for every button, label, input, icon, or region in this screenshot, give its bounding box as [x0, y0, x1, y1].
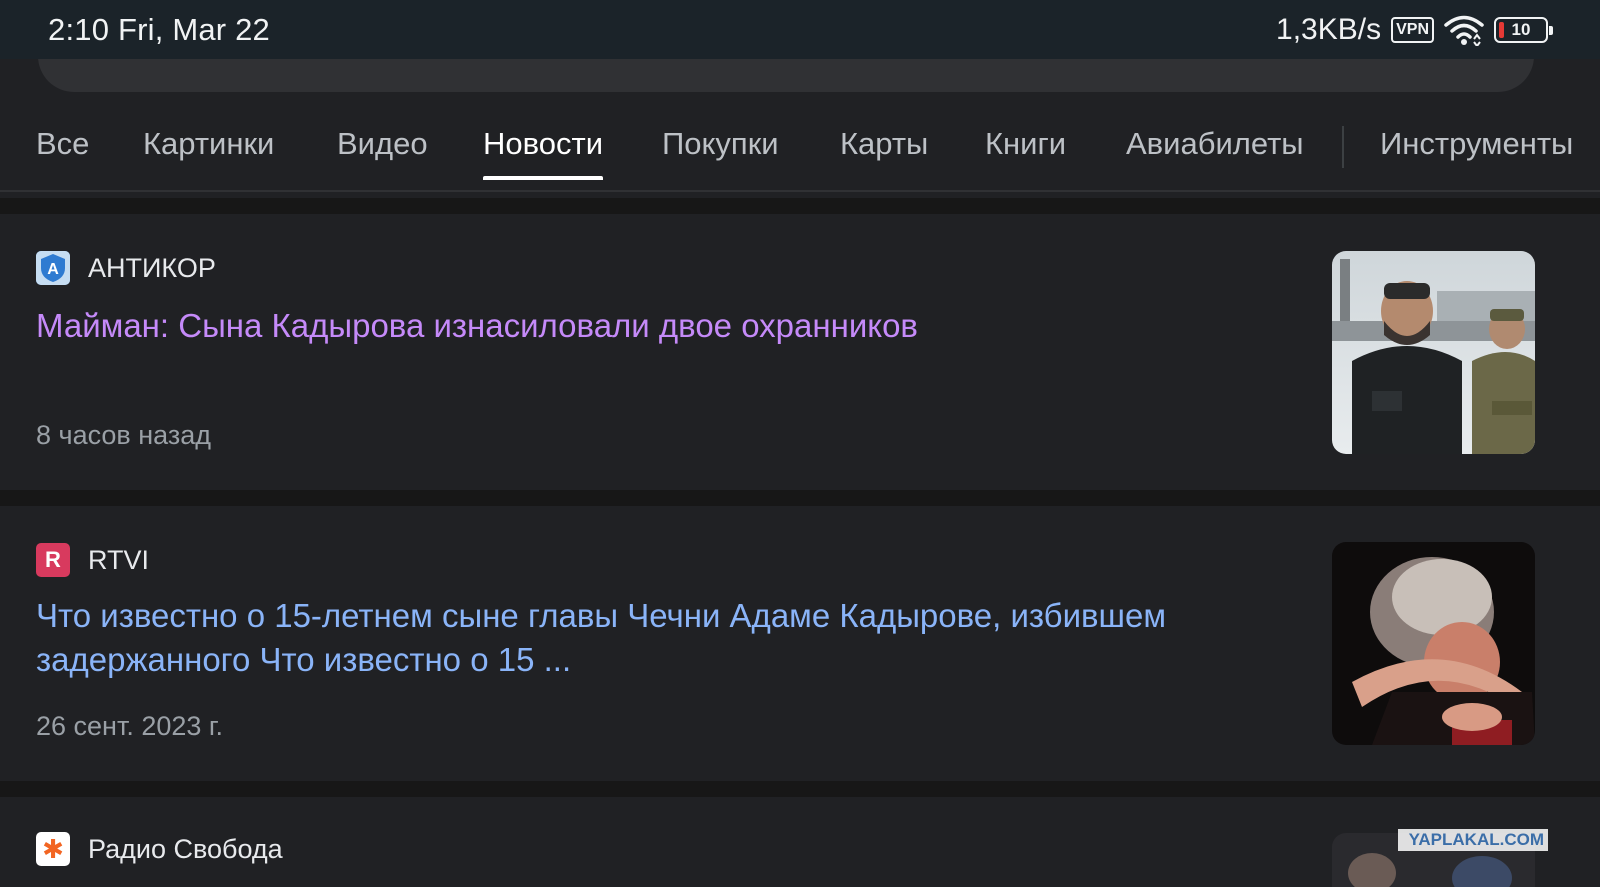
- radio-svoboda-logo-icon: ✱: [36, 832, 70, 866]
- status-icons: 1,3KB/s VPN 10: [1276, 12, 1553, 47]
- result-source: ✱ Радио Свобода: [36, 832, 283, 866]
- tab-books[interactable]: Книги: [985, 126, 1066, 180]
- source-name: RTVI: [88, 544, 150, 575]
- search-tabs: Все Картинки Видео Новости Покупки Карты…: [0, 110, 1600, 192]
- network-speed: 1,3KB/s: [1276, 12, 1382, 46]
- tab-all[interactable]: Все: [36, 126, 89, 180]
- tab-flights[interactable]: Авиабилеты: [1126, 126, 1304, 180]
- status-bar: 2:10 Fri, Mar 22 1,3KB/s VPN 10: [0, 0, 1600, 59]
- tab-news[interactable]: Новости: [483, 126, 604, 180]
- vpn-icon: VPN: [1391, 16, 1434, 43]
- published-time: 26 сент. 2023 г.: [36, 711, 223, 741]
- tab-tools[interactable]: Инструменты: [1380, 126, 1573, 180]
- news-result-card[interactable]: A АНТИКОР Майман: Сына Кадырова изнасило…: [0, 214, 1600, 490]
- wifi-icon: [1444, 15, 1484, 46]
- tab-maps[interactable]: Карты: [840, 126, 928, 180]
- headline-link[interactable]: Что известно о 15-летнем сыне главы Чечн…: [36, 594, 1276, 682]
- favicon-letter: R: [45, 547, 61, 572]
- rtvi-logo-icon: R: [36, 543, 70, 577]
- news-result-card[interactable]: R RTVI Что известно о 15-летнем сыне гла…: [0, 506, 1600, 781]
- news-thumbnail[interactable]: [1332, 251, 1535, 454]
- favicon-letter: ✱: [42, 833, 64, 864]
- source-name: АНТИКОР: [88, 252, 216, 283]
- tab-images[interactable]: Картинки: [143, 126, 274, 180]
- source-name: Радио Свобода: [88, 833, 283, 864]
- result-source: A АНТИКОР: [36, 251, 216, 285]
- section-separator: [0, 198, 1600, 214]
- tab-shopping[interactable]: Покупки: [662, 126, 779, 180]
- published-time: 8 часов назад: [36, 420, 212, 450]
- battery-level: 10: [1511, 19, 1531, 39]
- shield-icon: A: [36, 251, 70, 285]
- favicon-letter: A: [47, 261, 59, 278]
- battery-icon: 10: [1494, 16, 1553, 43]
- headline-link[interactable]: Майман: Сына Кадырова изнасиловали двое …: [36, 304, 1276, 348]
- result-source: R RTVI: [36, 543, 149, 577]
- section-separator: [0, 781, 1600, 797]
- tab-video[interactable]: Видео: [337, 126, 428, 180]
- news-search-screen: 2:10 Fri, Mar 22 1,3KB/s VPN 10 Все Карт…: [0, 0, 1600, 887]
- section-separator: [0, 490, 1600, 506]
- tabs-divider: [1342, 126, 1344, 168]
- news-thumbnail[interactable]: [1332, 542, 1535, 745]
- news-result-card[interactable]: ✱ Радио Свобода YAPLAKAL.COM: [0, 797, 1600, 887]
- watermark: YAPLAKAL.COM: [1398, 829, 1548, 851]
- status-time: 2:10 Fri, Mar 22: [48, 11, 271, 47]
